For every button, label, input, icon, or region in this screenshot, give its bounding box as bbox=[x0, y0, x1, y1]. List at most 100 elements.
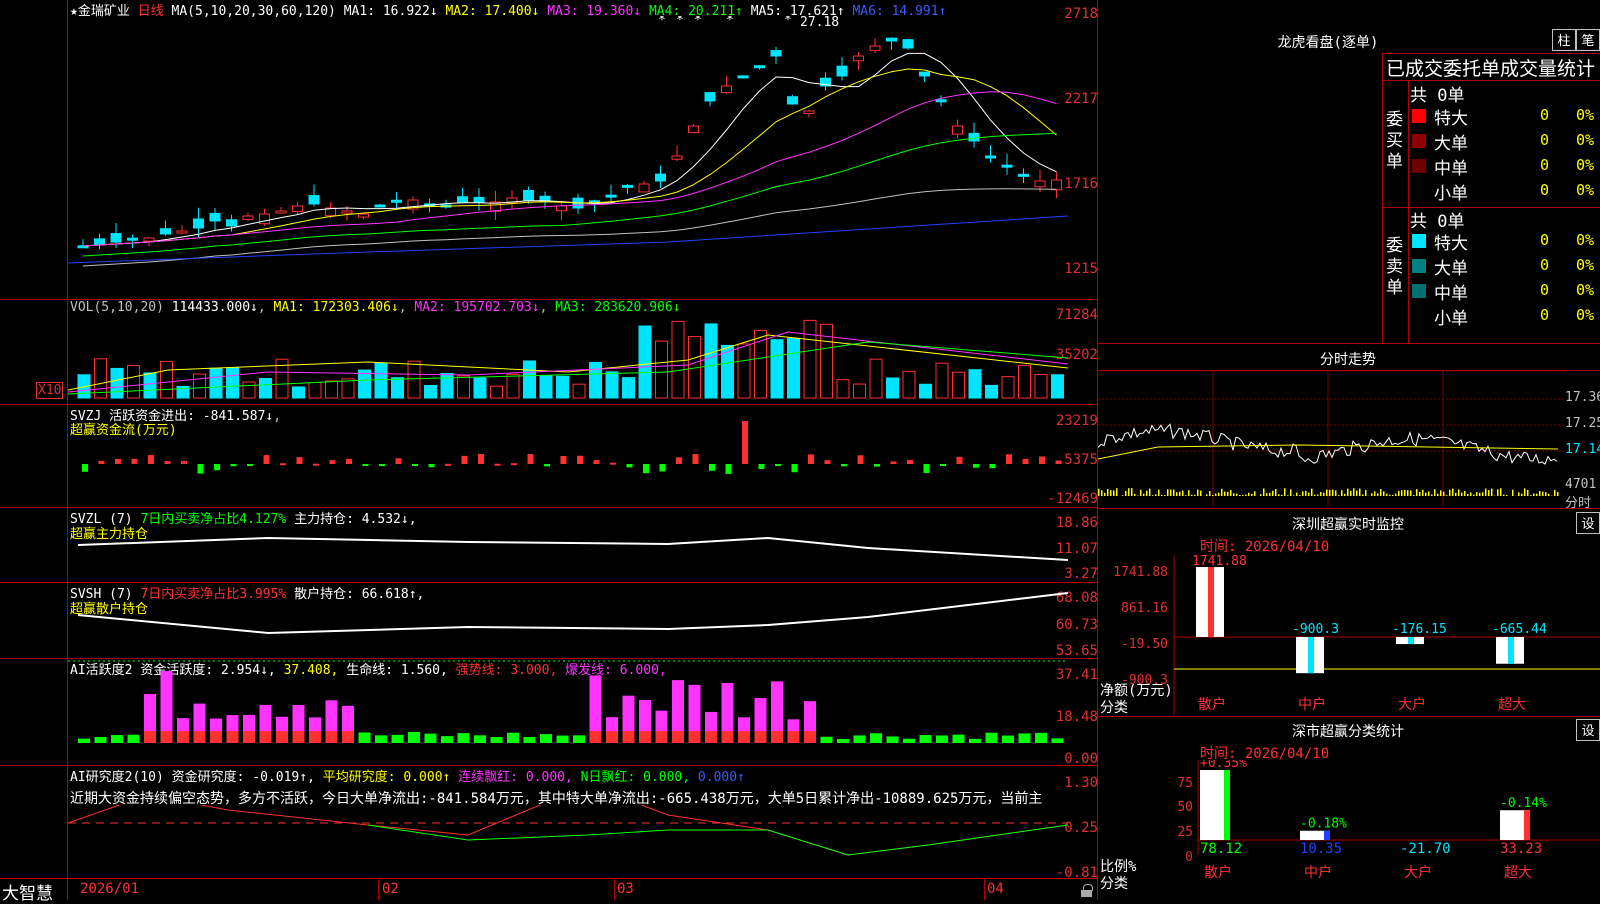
flow-bar bbox=[478, 454, 484, 464]
minute-volume-bar bbox=[1170, 490, 1172, 496]
monitor-settings-button[interactable]: 设 bbox=[1576, 512, 1600, 534]
sell-swatch bbox=[1412, 284, 1426, 298]
svzj-chart[interactable] bbox=[68, 405, 1097, 507]
minute-volume-bar bbox=[1230, 490, 1232, 496]
stats-panel-title: 深市超赢分类统计 bbox=[1258, 721, 1438, 741]
minute-volume-bar bbox=[1533, 493, 1535, 496]
minute-volume-bar bbox=[1428, 491, 1430, 496]
minute-volume-bar bbox=[1521, 494, 1523, 496]
minute-volume-bar bbox=[1452, 489, 1454, 496]
minute-chart[interactable] bbox=[1098, 371, 1565, 507]
ai2-header: AI研究度2(10) 资金研究度: -0.019↑, 平均研究度: 0.000↑… bbox=[70, 766, 745, 785]
flow-bar bbox=[808, 454, 814, 464]
ai1-chart[interactable] bbox=[68, 659, 1097, 765]
minute-volume-bar bbox=[1116, 488, 1118, 496]
minute-volume-bar bbox=[1308, 493, 1310, 496]
sell-swatch bbox=[1412, 234, 1426, 248]
activity-base bbox=[606, 731, 618, 743]
volume-bar bbox=[194, 374, 206, 398]
activity-base bbox=[161, 731, 173, 743]
minute-volume-bar bbox=[1224, 492, 1226, 496]
minute-volume-bar bbox=[1479, 493, 1481, 496]
candle-body bbox=[276, 211, 286, 213]
minute-volume-bar bbox=[1215, 494, 1217, 496]
candle-body bbox=[920, 72, 930, 76]
minute-volume-bar bbox=[1476, 492, 1478, 496]
candle-body bbox=[359, 214, 369, 217]
stats-pct-label: -0.14% bbox=[1500, 796, 1547, 811]
activity-base bbox=[738, 731, 750, 743]
minute-volume-bar bbox=[1380, 489, 1382, 496]
flow-bar bbox=[561, 456, 567, 464]
volume-bar bbox=[210, 368, 222, 398]
activity-bar bbox=[986, 733, 998, 743]
stats-bar-stripe bbox=[1224, 770, 1230, 840]
activity-bar bbox=[953, 735, 965, 743]
buy-count: 0 bbox=[1540, 131, 1549, 149]
stats-settings-button[interactable]: 设 bbox=[1576, 719, 1600, 741]
right-panel: 龙虎看盘(逐单) 柱 笔 已成交委托单成交量统计 委买单 委卖单 共 0单 共 … bbox=[1098, 0, 1600, 900]
sell-pct: 0% bbox=[1576, 281, 1594, 299]
kline-chart[interactable]: 27.18 * * * * * bbox=[68, 16, 1097, 299]
buy-swatch bbox=[1412, 134, 1426, 148]
minute-volume-bar bbox=[1473, 495, 1475, 496]
flow-bar bbox=[1023, 459, 1029, 464]
minute-volume-bar bbox=[1266, 493, 1268, 496]
monitor-chart[interactable]: 1741.88散户-900.3中户-176.15大户-665.44超大 bbox=[1098, 555, 1600, 715]
sell-count: 0 bbox=[1540, 231, 1549, 249]
minute-volume-bar bbox=[1386, 494, 1388, 496]
flow-bar bbox=[891, 461, 897, 464]
minute-volume-bar bbox=[1158, 490, 1160, 496]
stats-cat: 散户 bbox=[1204, 864, 1232, 881]
minute-volume-bar bbox=[1248, 493, 1250, 496]
volume-bar bbox=[903, 371, 915, 398]
flow-bar bbox=[1056, 461, 1062, 464]
stats-value-label: -21.70 bbox=[1400, 841, 1451, 857]
volume-bar bbox=[111, 368, 123, 398]
minute-volume-bar bbox=[1530, 495, 1532, 496]
svsh-chart[interactable] bbox=[68, 583, 1097, 658]
minute-volume-bar bbox=[1557, 492, 1559, 496]
flow-bar bbox=[825, 460, 831, 464]
volume-bar bbox=[227, 368, 239, 398]
candle-body bbox=[623, 185, 633, 187]
bar-mode-button[interactable]: 柱 bbox=[1552, 29, 1576, 51]
flow-bar bbox=[280, 463, 286, 465]
flow-bar bbox=[313, 464, 319, 466]
activity-bar bbox=[1019, 733, 1031, 743]
volume-bar bbox=[144, 373, 156, 398]
main-chart-area[interactable]: ★金瑞矿业 日线 MA(5,10,20,30,60,120) MA1: 16.9… bbox=[0, 0, 1098, 900]
monitor-cat: 大户 bbox=[1398, 696, 1426, 713]
volume-bar bbox=[342, 379, 354, 398]
minute-volume-bar bbox=[1281, 495, 1283, 496]
flow-bar bbox=[841, 464, 847, 466]
minute-volume-bar bbox=[1161, 495, 1163, 496]
activity-bar bbox=[491, 737, 503, 743]
flow-bar bbox=[528, 454, 534, 464]
minute-volume-bar bbox=[1176, 492, 1178, 496]
activity-base bbox=[342, 731, 354, 743]
volume-bar bbox=[821, 324, 833, 398]
flow-bar bbox=[957, 457, 963, 464]
stats-value-label: 78.12 bbox=[1200, 841, 1242, 857]
minute-volume-bar bbox=[1422, 490, 1424, 496]
svzl-chart[interactable] bbox=[68, 508, 1097, 582]
minute-volume-bar bbox=[1407, 490, 1409, 496]
tick-mode-button[interactable]: 笔 bbox=[1576, 29, 1600, 51]
candle-body bbox=[689, 126, 699, 133]
minute-volume-bar bbox=[1209, 491, 1211, 496]
activity-bar bbox=[128, 735, 140, 743]
ai2-chart[interactable] bbox=[68, 805, 1097, 878]
volume-chart[interactable] bbox=[68, 300, 1097, 404]
minute-volume-bar bbox=[1179, 492, 1181, 496]
activity-bar bbox=[870, 733, 882, 743]
minute-volume-bar bbox=[1518, 492, 1520, 496]
ai2-red-n: N日飘红: 0.000, bbox=[581, 770, 690, 785]
stats-chart[interactable]: +0.35%78.12散户-0.18%10.35中户-21.70大户-0.14%… bbox=[1098, 760, 1600, 900]
activity-bar bbox=[392, 735, 404, 743]
flow-bar bbox=[396, 458, 402, 464]
minute-volume-bar bbox=[1143, 494, 1145, 496]
sell-side-label: 委卖单 bbox=[1386, 236, 1406, 299]
minute-volume-bar bbox=[1437, 494, 1439, 496]
monitor-cat: 中户 bbox=[1298, 696, 1326, 713]
